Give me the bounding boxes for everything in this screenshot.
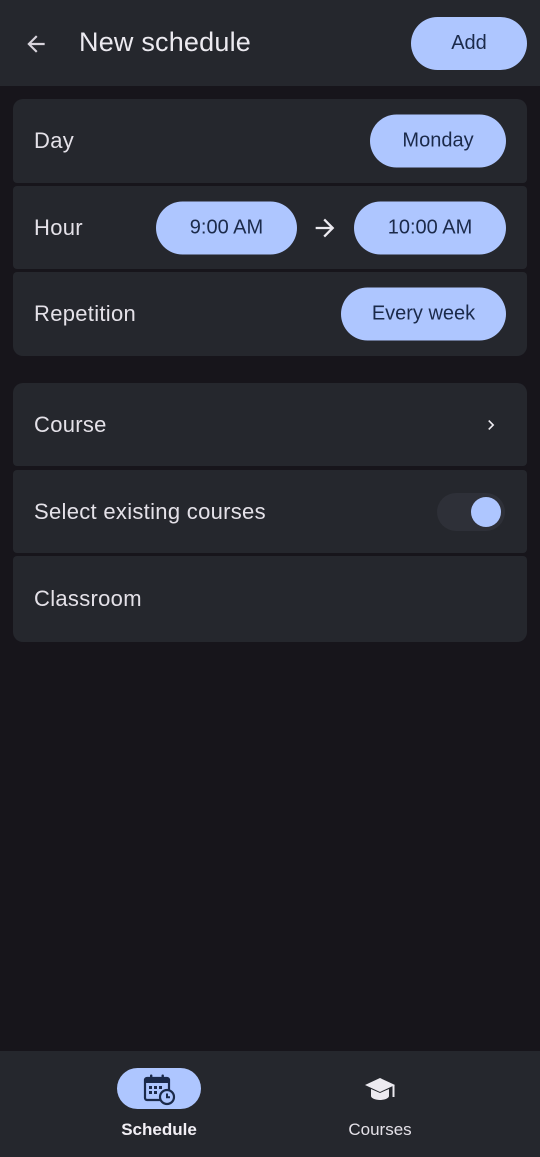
chevron-right-icon	[481, 415, 501, 435]
nav-icon-container	[338, 1068, 422, 1109]
repetition-row: Repetition Every week	[13, 272, 527, 356]
nav-item-schedule[interactable]: Schedule	[59, 1051, 259, 1157]
graduation-cap-icon	[365, 1077, 395, 1100]
existing-courses-label: Select existing courses	[34, 498, 266, 524]
day-select-button[interactable]: Monday	[370, 114, 506, 168]
nav-indicator	[117, 1068, 201, 1109]
end-time-button[interactable]: 10:00 AM	[354, 201, 506, 254]
add-button[interactable]: Add	[411, 17, 527, 70]
day-label: Day	[34, 128, 75, 153]
classroom-field[interactable]: Classroom	[13, 556, 527, 642]
existing-courses-toggle[interactable]	[437, 492, 505, 531]
page-title: New schedule	[79, 27, 251, 57]
bottom-navigation: Schedule Courses	[0, 1051, 540, 1157]
existing-courses-row: Select existing courses	[13, 470, 527, 553]
top-app-bar: New schedule Add	[0, 0, 540, 86]
nav-label-schedule: Schedule	[121, 1120, 197, 1139]
arrow-forward-icon	[311, 214, 339, 242]
arrow-back-icon	[27, 35, 45, 53]
day-row: Day Monday	[13, 99, 527, 183]
toggle-knob	[471, 496, 501, 527]
repetition-label: Repetition	[34, 301, 137, 326]
hour-label: Hour	[34, 214, 83, 240]
nav-item-courses[interactable]: Courses	[280, 1051, 480, 1157]
back-button[interactable]	[18, 26, 54, 62]
classroom-label: Classroom	[34, 586, 142, 611]
calendar-clock-icon	[143, 1074, 176, 1105]
start-time-button[interactable]: 9:00 AM	[156, 201, 297, 254]
course-label: Course	[34, 411, 107, 437]
hour-row: Hour 9:00 AM 10:00 AM	[13, 186, 527, 269]
repetition-select-button[interactable]: Every week	[341, 287, 506, 341]
nav-label-courses: Courses	[348, 1120, 412, 1139]
course-row[interactable]: Course	[13, 383, 527, 466]
